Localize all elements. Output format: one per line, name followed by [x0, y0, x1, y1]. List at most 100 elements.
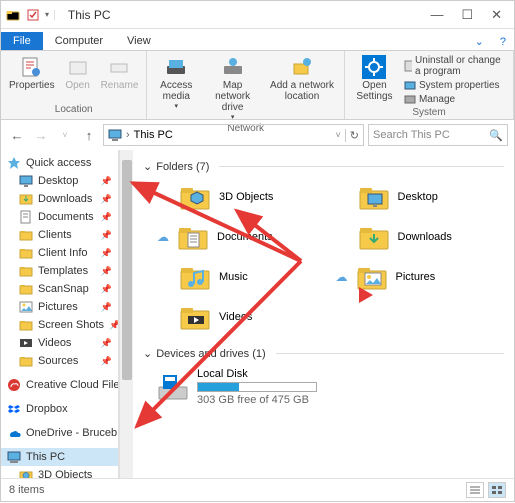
- drives-section-header[interactable]: ⌄Devices and drives (1): [143, 343, 504, 364]
- pic-icon: [19, 300, 33, 314]
- manage-button[interactable]: Manage: [404, 93, 505, 105]
- tab-file[interactable]: File: [1, 32, 43, 50]
- 3d-icon: [19, 468, 33, 478]
- open-button: Open: [59, 53, 97, 93]
- recent-dropdown[interactable]: ˅: [55, 130, 75, 140]
- close-button[interactable]: ✕: [491, 7, 502, 23]
- drive-item[interactable]: Local Disk 303 GB free of 475 GB: [143, 364, 504, 410]
- sidebar-item-screen-shots[interactable]: Screen Shots📌: [1, 316, 118, 334]
- pin-icon: 📌: [101, 356, 112, 367]
- tab-view[interactable]: View: [115, 32, 163, 50]
- sidebar-item-desktop[interactable]: Desktop📌: [1, 172, 118, 190]
- pin-icon: 📌: [109, 320, 119, 331]
- tab-computer[interactable]: Computer: [43, 32, 115, 50]
- media-icon: [164, 55, 188, 79]
- maximize-button[interactable]: ☐: [461, 7, 473, 23]
- folder-icon: [19, 354, 33, 368]
- sidebar-item-client-info[interactable]: Client Info📌: [1, 244, 118, 262]
- folder-icon: [19, 228, 33, 242]
- minimize-button[interactable]: —: [430, 7, 443, 23]
- pin-icon: 📌: [101, 338, 112, 349]
- vid-icon: [179, 301, 211, 333]
- pin-icon: 📌: [101, 176, 112, 187]
- dropbox-icon: [7, 402, 21, 416]
- properties-icon: [20, 55, 44, 79]
- folders-section-header[interactable]: ⌄Folders (7): [143, 156, 504, 177]
- folder-icon: [5, 7, 21, 23]
- sidebar-item-quick-access[interactable]: Quick access: [1, 154, 118, 172]
- sidebar-item-sources[interactable]: Sources📌: [1, 352, 118, 370]
- sidebar-scrollbar[interactable]: [119, 150, 133, 478]
- sidebar-item-downloads[interactable]: Downloads📌: [1, 190, 118, 208]
- access-media-button[interactable]: Access media▾: [151, 53, 201, 112]
- folder-downloads[interactable]: Downloads: [336, 221, 505, 253]
- ribbon-expand[interactable]: ⌄: [467, 33, 492, 50]
- up-button[interactable]: ↑: [79, 128, 99, 143]
- icons-view-button[interactable]: [488, 482, 506, 498]
- sidebar-item-this-pc[interactable]: This PC: [1, 448, 118, 466]
- cloud-icon: ☁: [336, 270, 348, 284]
- folder-icon: [19, 282, 33, 296]
- desktop-icon: [19, 174, 33, 188]
- doc-icon: [19, 210, 33, 224]
- cloud-icon: ☁: [157, 230, 169, 244]
- pin-icon: 📌: [101, 194, 112, 205]
- pc-icon: [7, 450, 21, 464]
- folder-icon: [19, 246, 33, 260]
- onedrive-icon: [7, 426, 21, 440]
- sidebar-item-scansnap[interactable]: ScanSnap📌: [1, 280, 118, 298]
- manage-icon: [404, 93, 416, 105]
- drive-icon: [157, 371, 189, 403]
- sysprop-icon: [404, 79, 416, 91]
- folder-pictures[interactable]: ☁Pictures: [336, 261, 505, 293]
- sidebar-item-onedrive-bruceb[interactable]: OneDrive - Bruceb: [1, 424, 118, 442]
- folder-desktop[interactable]: Desktop: [336, 181, 505, 213]
- map-drive-button[interactable]: Map network drive▾: [201, 53, 264, 123]
- uninstall-button[interactable]: Uninstall or change a program: [404, 55, 505, 77]
- scrollbar-thumb[interactable]: [122, 160, 132, 380]
- desktop-icon: [358, 181, 390, 213]
- folder-documents[interactable]: ☁Documents: [157, 221, 326, 253]
- sidebar-item-templates[interactable]: Templates📌: [1, 262, 118, 280]
- open-settings-button[interactable]: Open Settings: [349, 53, 400, 104]
- system-properties-button[interactable]: System properties: [404, 79, 505, 91]
- folder-music[interactable]: Music: [157, 261, 326, 293]
- address-bar: ← → ˅ ↑ › This PC ˅ ↻ Search This PC 🔍: [1, 120, 514, 150]
- sidebar[interactable]: Quick accessDesktop📌Downloads📌Documents📌…: [1, 150, 119, 478]
- cc-icon: [7, 378, 21, 392]
- search-box[interactable]: Search This PC 🔍: [368, 124, 508, 146]
- titlebar: ▾ | This PC — ☐ ✕: [1, 1, 514, 29]
- star-icon: [7, 156, 21, 170]
- pin-icon: 📌: [101, 302, 112, 313]
- sidebar-item-creative-cloud-files[interactable]: Creative Cloud Files: [1, 376, 118, 394]
- refresh-button[interactable]: ↻: [345, 129, 359, 142]
- folder-videos[interactable]: Videos: [157, 301, 326, 333]
- pin-icon: 📌: [101, 248, 112, 259]
- sidebar-item-videos[interactable]: Videos📌: [1, 334, 118, 352]
- address-box[interactable]: › This PC ˅ ↻: [103, 124, 364, 146]
- sidebar-item-pictures[interactable]: Pictures📌: [1, 298, 118, 316]
- properties-button[interactable]: Properties: [5, 53, 59, 93]
- item-count: 8 items: [9, 484, 44, 496]
- forward-button: →: [31, 128, 51, 143]
- qat-dropdown[interactable]: ▾: [45, 10, 49, 19]
- content-pane[interactable]: ⌄Folders (7) 3D Objects Desktop ☁Documents…: [133, 150, 514, 478]
- folder-3d-objects[interactable]: 3D Objects: [157, 181, 326, 213]
- back-button[interactable]: ←: [7, 128, 27, 143]
- folder-icon: [19, 264, 33, 278]
- music-icon: [179, 261, 211, 293]
- pin-icon: 📌: [101, 284, 112, 295]
- sidebar-item-clients[interactable]: Clients📌: [1, 226, 118, 244]
- window-title: This PC: [68, 8, 111, 22]
- add-location-button[interactable]: Add a network location: [264, 53, 340, 104]
- down-icon: [19, 192, 33, 206]
- sidebar-item-dropbox[interactable]: Dropbox: [1, 400, 118, 418]
- sidebar-item-3d-objects[interactable]: 3D Objects: [1, 466, 118, 478]
- add-location-icon: [290, 55, 314, 79]
- help-button[interactable]: ?: [492, 34, 514, 50]
- doc-icon: [177, 221, 209, 253]
- pic-icon: [356, 261, 388, 293]
- checkbox-icon[interactable]: [25, 7, 41, 23]
- sidebar-item-documents[interactable]: Documents📌: [1, 208, 118, 226]
- details-view-button[interactable]: [466, 482, 484, 498]
